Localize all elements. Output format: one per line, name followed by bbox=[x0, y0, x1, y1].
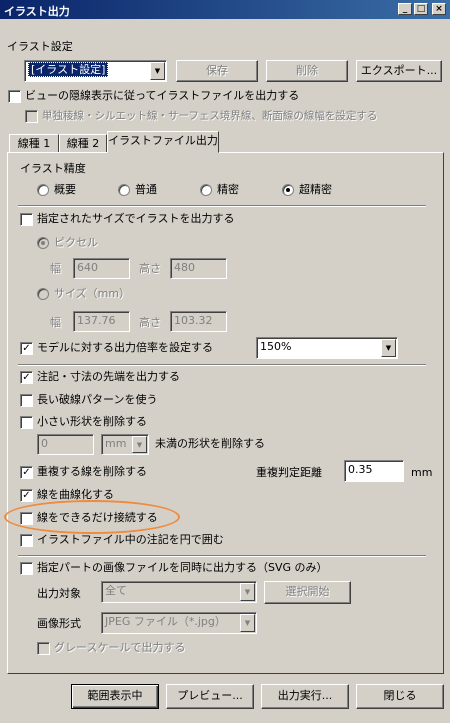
pixel-height-input[interactable]: 480 bbox=[170, 258, 227, 279]
grayscale-checkbox[interactable] bbox=[37, 642, 50, 655]
curve-lines-checkbox[interactable]: ✓ bbox=[20, 489, 33, 502]
scale-checkbox[interactable]: ✓ bbox=[20, 342, 33, 355]
output-target-label: 出力対象 bbox=[37, 587, 81, 600]
dup-distance-input[interactable]: 0.35 bbox=[344, 460, 404, 482]
chevron-down-icon[interactable]: ▼ bbox=[240, 614, 255, 632]
part-image-checkbox[interactable] bbox=[20, 562, 33, 575]
mm-width-label: 幅 bbox=[50, 316, 61, 329]
size-output-checkbox[interactable] bbox=[20, 213, 33, 226]
execute-output-button[interactable]: 出力実行... bbox=[261, 684, 349, 709]
scale-dropdown-value: 150% bbox=[260, 340, 292, 353]
long-dash-label: 長い破線パターンを使う bbox=[37, 393, 158, 406]
tab-line-type-2[interactable]: 線種 2 bbox=[59, 134, 107, 153]
small-unit-value: mm bbox=[105, 437, 127, 450]
pixel-label: ピクセル bbox=[54, 236, 98, 249]
select-start-button[interactable]: 選択開始 bbox=[264, 581, 351, 604]
small-unit-dropdown[interactable]: mm ▼ bbox=[101, 434, 149, 455]
settings-label: イラスト設定 bbox=[7, 40, 73, 53]
hidden-lines-checkbox[interactable] bbox=[8, 90, 21, 103]
mm-height-input[interactable]: 103.32 bbox=[170, 311, 227, 332]
mm-label: サイズ（mm） bbox=[54, 287, 131, 300]
hidden-lines-label: ビューの隠線表示に従ってイラストファイルを出力する bbox=[25, 89, 300, 102]
close-dialog-button[interactable]: 閉じる bbox=[356, 684, 444, 709]
grayscale-label: グレースケールで出力する bbox=[54, 641, 186, 654]
precision-option-normal: 普通 bbox=[135, 183, 157, 196]
remove-duplicates-checkbox[interactable]: ✓ bbox=[20, 466, 33, 479]
mm-radio[interactable] bbox=[37, 288, 49, 300]
scale-dropdown[interactable]: 150% ▼ bbox=[256, 337, 398, 359]
remove-small-label: 小さい形状を削除する bbox=[37, 415, 147, 428]
delete-button[interactable]: 削除 bbox=[266, 60, 348, 82]
image-format-value: JPEG ファイル（*.jpg） bbox=[105, 615, 226, 628]
pixel-width-input[interactable]: 640 bbox=[73, 258, 130, 279]
close-button[interactable]: × bbox=[432, 3, 446, 15]
chevron-down-icon[interactable]: ▼ bbox=[381, 339, 396, 357]
preview-button[interactable]: プレビュー... bbox=[166, 684, 254, 709]
precision-radio-precise[interactable] bbox=[200, 184, 212, 196]
mm-width-input[interactable]: 137.76 bbox=[73, 311, 130, 332]
settings-dropdown-value: [イラスト設定] bbox=[28, 62, 109, 77]
dup-distance-unit: mm bbox=[411, 466, 433, 479]
line-width-checkbox[interactable] bbox=[25, 110, 38, 123]
scale-label: モデルに対する出力倍率を設定する bbox=[37, 341, 213, 354]
circle-notes-label: イラストファイル中の注記を円で囲む bbox=[37, 533, 224, 546]
divider bbox=[18, 555, 426, 557]
export-button[interactable]: エクスポート... bbox=[356, 60, 442, 82]
precision-option-ultra: 超精密 bbox=[299, 183, 332, 196]
part-image-label: 指定パートの画像ファイルを同時に出力する（SVG のみ） bbox=[37, 561, 328, 574]
minimize-button[interactable]: _ bbox=[398, 3, 412, 15]
image-format-label: 画像形式 bbox=[37, 617, 81, 630]
precision-label: イラスト精度 bbox=[20, 162, 86, 175]
precision-radio-normal[interactable] bbox=[118, 184, 130, 196]
precision-radio-ultra[interactable] bbox=[282, 184, 294, 196]
line-width-label: 単独稜線・シルエット線・サーフェス境界線、断面線の線幅を設定する bbox=[42, 110, 378, 122]
annotation-tips-checkbox[interactable]: ✓ bbox=[20, 371, 33, 384]
circle-notes-checkbox[interactable] bbox=[20, 534, 33, 547]
tab-illustration-output[interactable]: イラストファイル出力 bbox=[107, 131, 219, 153]
dup-distance-label: 重複判定距離 bbox=[256, 466, 322, 479]
highlight-annotation bbox=[4, 500, 180, 534]
mm-height-label: 高さ bbox=[139, 316, 161, 329]
small-size-input[interactable]: 0 bbox=[37, 434, 94, 455]
range-display-button[interactable]: 範囲表示中 bbox=[71, 684, 159, 709]
output-target-value: 全て bbox=[105, 584, 127, 597]
chevron-down-icon[interactable]: ▼ bbox=[132, 436, 147, 453]
maximize-button[interactable]: □ bbox=[414, 3, 428, 15]
precision-option-overview: 概要 bbox=[54, 183, 76, 196]
title-bar: イラスト出力 _ □ × bbox=[0, 0, 450, 19]
divider bbox=[18, 364, 426, 366]
divider bbox=[18, 205, 426, 207]
remove-small-checkbox[interactable] bbox=[20, 416, 33, 429]
output-target-dropdown[interactable]: 全て ▼ bbox=[101, 581, 257, 603]
long-dash-checkbox[interactable] bbox=[20, 394, 33, 407]
precision-radio-overview[interactable] bbox=[37, 184, 49, 196]
image-format-dropdown[interactable]: JPEG ファイル（*.jpg） ▼ bbox=[101, 612, 257, 634]
precision-option-precise: 精密 bbox=[217, 183, 239, 196]
remove-duplicates-label: 重複する線を削除する bbox=[37, 465, 147, 478]
small-suffix-label: 未満の形状を削除する bbox=[155, 437, 265, 450]
chevron-down-icon[interactable]: ▼ bbox=[150, 62, 165, 80]
pixel-width-label: 幅 bbox=[50, 262, 61, 275]
pixel-height-label: 高さ bbox=[139, 262, 161, 275]
annotation-tips-label: 注記・寸法の先端を出力する bbox=[37, 370, 180, 383]
pixel-radio[interactable] bbox=[37, 237, 49, 249]
size-output-label: 指定されたサイズでイラストを出力する bbox=[37, 212, 235, 225]
settings-dropdown[interactable]: [イラスト設定] ▼ bbox=[24, 60, 167, 82]
save-button[interactable]: 保存 bbox=[176, 60, 258, 82]
tab-line-type-1[interactable]: 線種 1 bbox=[9, 134, 59, 153]
window-title: イラスト出力 bbox=[4, 5, 70, 18]
chevron-down-icon[interactable]: ▼ bbox=[240, 583, 255, 601]
